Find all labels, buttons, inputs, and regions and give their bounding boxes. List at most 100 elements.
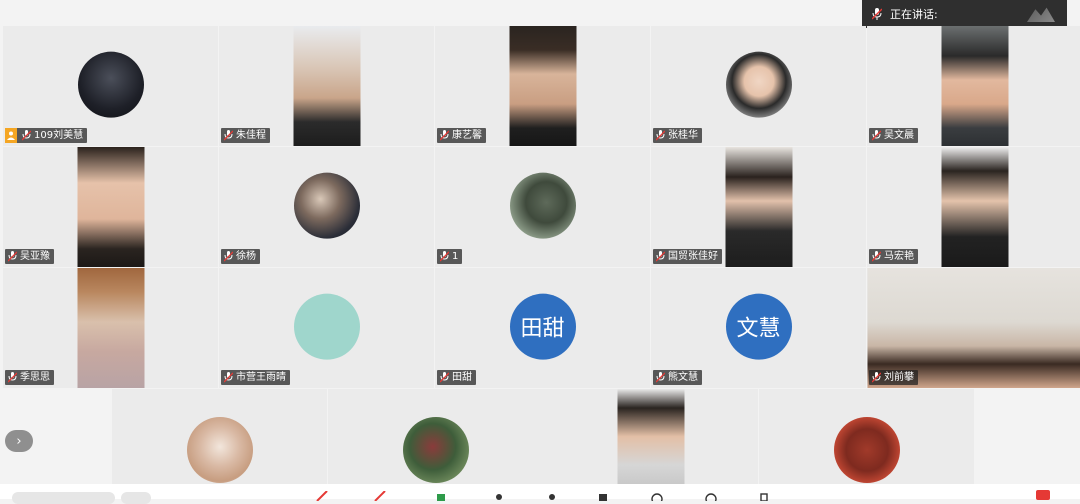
participant-video <box>941 147 1008 267</box>
participant-name-tag: 马宏艳 <box>869 249 918 264</box>
mic-muted-icon <box>8 251 17 262</box>
participant-name: 吴文晨 <box>884 130 914 141</box>
participant-name-tag: 康艺馨 <box>437 128 486 143</box>
participant-tile[interactable]: 吴亚豫 <box>3 147 218 267</box>
participant-video <box>77 147 144 267</box>
participant-tile[interactable]: 朱佳程 <box>219 26 434 146</box>
participant-name-tag: 刘前攀 <box>869 370 918 385</box>
participant-avatar <box>293 293 360 360</box>
participant-tile[interactable]: 文慧 熊文慧 <box>651 268 866 388</box>
participant-tile[interactable]: 刘前攀 <box>867 268 1080 388</box>
participant-name-tag: 季思思 <box>5 370 54 385</box>
participant-tile[interactable]: 田甜 田甜 <box>435 268 650 388</box>
participant-name-tag: 田甜 <box>437 370 476 385</box>
participant-name-tag: 吴亚豫 <box>5 249 54 264</box>
mic-muted-icon <box>656 372 665 383</box>
participant-name: 康艺馨 <box>452 130 482 141</box>
participant-initials-avatar: 田甜 <box>509 293 576 360</box>
participant-name: 吴亚豫 <box>20 251 50 262</box>
participant-name-tag: 朱佳程 <box>221 128 270 143</box>
participant-avatar <box>725 51 792 118</box>
mic-muted-icon <box>8 372 17 383</box>
participant-tile[interactable]: 康艺馨 <box>435 26 650 146</box>
participant-avatar <box>833 417 900 483</box>
mic-muted-icon <box>440 130 449 141</box>
participant-tile[interactable]: 市营王雨晴 <box>219 268 434 388</box>
filmstrip-tile[interactable] <box>543 389 758 484</box>
participant-tile[interactable]: 1 <box>435 147 650 267</box>
participant-filmstrip: › <box>0 389 1080 484</box>
participant-video <box>293 26 360 146</box>
mic-muted-icon <box>656 251 665 262</box>
participant-name: 刘前攀 <box>884 372 914 383</box>
mic-muted-icon[interactable] <box>315 491 329 501</box>
participant-avatar <box>402 417 469 483</box>
participant-name-tag: 张桂华 <box>653 128 702 143</box>
participant-avatar <box>77 51 144 118</box>
participant-video <box>617 389 684 484</box>
mic-muted-icon <box>872 372 881 383</box>
participant-name: 朱佳程 <box>236 130 266 141</box>
participant-video <box>941 26 1008 146</box>
participant-name-tag: 1 <box>437 249 463 264</box>
active-speaker-indicator: 正在讲话: <box>862 0 1067 28</box>
filmstrip-tile[interactable] <box>328 389 543 484</box>
participant-tile[interactable]: 马宏艳 <box>867 147 1080 267</box>
participant-name: 市营王雨晴 <box>236 372 286 383</box>
mic-muted-icon <box>440 251 449 262</box>
participant-name: 国贸张佳好 <box>668 251 718 262</box>
participant-name: 田甜 <box>452 372 472 383</box>
participant-avatar <box>509 172 576 239</box>
participant-name: 109刘美慧 <box>34 130 84 141</box>
filmstrip-tile[interactable] <box>112 389 327 484</box>
participant-video <box>509 26 576 146</box>
speaking-label: 正在讲话: <box>890 8 938 21</box>
participant-name: 徐杨 <box>236 251 256 262</box>
participant-name-tag: 熊文慧 <box>653 370 702 385</box>
chat-icon[interactable] <box>545 491 559 501</box>
participant-avatar <box>186 417 253 483</box>
participant-name-tag: 徐杨 <box>221 249 260 264</box>
participant-tile[interactable]: 国贸张佳好 <box>651 147 866 267</box>
mic-muted-icon <box>440 372 449 383</box>
toolbar-left-control-2[interactable] <box>121 492 151 504</box>
participant-name: 季思思 <box>20 372 50 383</box>
participant-name: 熊文慧 <box>668 372 698 383</box>
chevron-right-icon[interactable]: › <box>5 430 33 452</box>
filmstrip-tile[interactable] <box>759 389 974 484</box>
app-logo <box>1027 7 1055 22</box>
mic-muted-icon <box>224 130 233 141</box>
participant-name-tag: 国贸张佳好 <box>653 249 722 264</box>
apps-icon[interactable] <box>704 491 718 501</box>
participant-tile[interactable]: 张桂华 <box>651 26 866 146</box>
participant-name: 1 <box>452 251 459 262</box>
participant-name-tag: 吴文晨 <box>869 128 918 143</box>
share-screen-icon[interactable] <box>434 491 448 501</box>
mic-muted-icon <box>224 251 233 262</box>
toolbar-left-control[interactable] <box>12 492 115 504</box>
participant-tile[interactable]: 吴文晨 <box>867 26 1080 146</box>
meeting-toolbar <box>0 484 1080 504</box>
participant-video <box>725 147 792 267</box>
reaction-icon[interactable] <box>650 491 664 501</box>
mic-muted-icon <box>872 130 881 141</box>
participant-name-tag: 市营王雨晴 <box>221 370 290 385</box>
participant-tile[interactable]: 徐杨 <box>219 147 434 267</box>
settings-icon[interactable] <box>757 491 771 501</box>
mic-muted-icon <box>656 130 665 141</box>
participant-grid: 109刘美慧 朱佳程 康艺馨 张桂华 吴文晨 吴亚豫 徐杨 1 国贸张佳好 马宏… <box>3 26 1080 389</box>
participant-tile[interactable]: 季思思 <box>3 268 218 388</box>
participant-name: 张桂华 <box>668 130 698 141</box>
video-off-icon[interactable] <box>373 491 387 501</box>
record-icon[interactable] <box>596 491 610 501</box>
participant-name-tag: 109刘美慧 <box>5 128 88 143</box>
participant-avatar <box>293 172 360 239</box>
host-icon <box>5 128 17 143</box>
mic-muted-icon <box>22 130 31 141</box>
mic-muted-icon <box>872 8 882 20</box>
participant-video <box>77 268 144 388</box>
top-bar: 正在讲话: <box>0 0 1080 28</box>
participant-tile[interactable]: 109刘美慧 <box>3 26 218 146</box>
participant-name: 马宏艳 <box>884 251 914 262</box>
participants-icon[interactable] <box>492 491 506 501</box>
